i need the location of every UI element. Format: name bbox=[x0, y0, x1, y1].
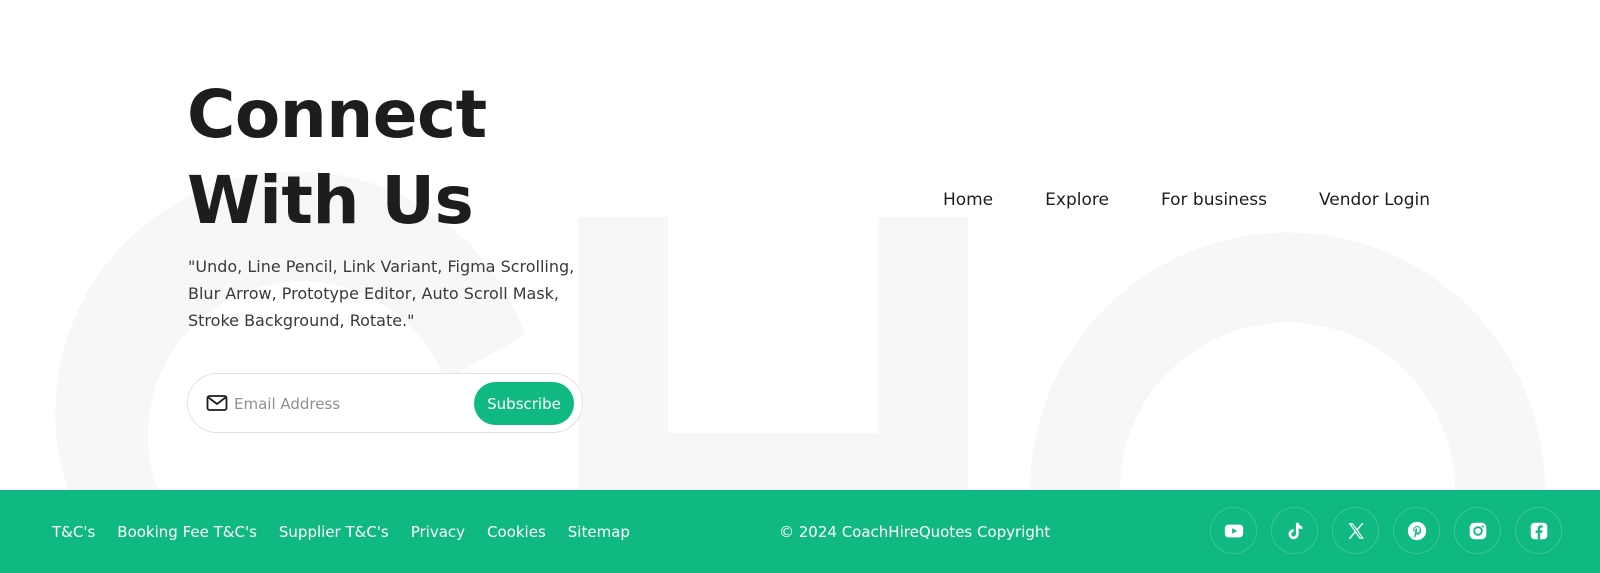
nav-explore[interactable]: Explore bbox=[1045, 190, 1109, 210]
nav-home[interactable]: Home bbox=[943, 190, 993, 210]
title-line-1: Connect bbox=[187, 76, 487, 153]
instagram-link[interactable] bbox=[1454, 507, 1501, 554]
footer-links: T&C's Booking Fee T&C's Supplier T&C's P… bbox=[52, 490, 630, 573]
pinterest-link[interactable] bbox=[1393, 507, 1440, 554]
footer-link-privacy[interactable]: Privacy bbox=[411, 523, 465, 541]
youtube-link[interactable] bbox=[1210, 507, 1257, 554]
facebook-icon bbox=[1530, 522, 1547, 539]
tiktok-link[interactable] bbox=[1271, 507, 1318, 554]
footer-link-booking-fee-tcs[interactable]: Booking Fee T&C's bbox=[117, 523, 257, 541]
nav-vendor-login[interactable]: Vendor Login bbox=[1319, 190, 1430, 210]
footer-link-sitemap[interactable]: Sitemap bbox=[568, 523, 630, 541]
mail-icon bbox=[206, 393, 228, 413]
instagram-icon bbox=[1469, 522, 1486, 539]
main-nav: Home Explore For business Vendor Login bbox=[943, 190, 1430, 210]
connect-section: Connect With Us "Undo, Line Pencil, Link… bbox=[0, 0, 1600, 490]
footer-link-cookies[interactable]: Cookies bbox=[487, 523, 546, 541]
footer-link-supplier-tcs[interactable]: Supplier T&C's bbox=[279, 523, 389, 541]
email-input[interactable] bbox=[234, 390, 464, 418]
footer-link-tcs[interactable]: T&C's bbox=[52, 523, 95, 541]
page-title: Connect With Us bbox=[187, 72, 487, 244]
facebook-link[interactable] bbox=[1515, 507, 1562, 554]
title-line-2: With Us bbox=[187, 162, 474, 239]
social-links bbox=[1210, 507, 1562, 554]
x-link[interactable] bbox=[1332, 507, 1379, 554]
tiktok-icon bbox=[1288, 522, 1302, 539]
footer: T&C's Booking Fee T&C's Supplier T&C's P… bbox=[0, 490, 1600, 573]
hero-description: "Undo, Line Pencil, Link Variant, Figma … bbox=[188, 257, 575, 330]
copyright-text: © 2024 CoachHireQuotes Copyright bbox=[779, 522, 1051, 541]
pinterest-icon bbox=[1407, 521, 1426, 540]
youtube-icon bbox=[1224, 524, 1243, 537]
subscribe-form: Subscribe bbox=[187, 373, 583, 433]
nav-for-business[interactable]: For business bbox=[1161, 190, 1267, 210]
subscribe-button[interactable]: Subscribe bbox=[474, 382, 574, 425]
x-icon bbox=[1347, 522, 1364, 539]
